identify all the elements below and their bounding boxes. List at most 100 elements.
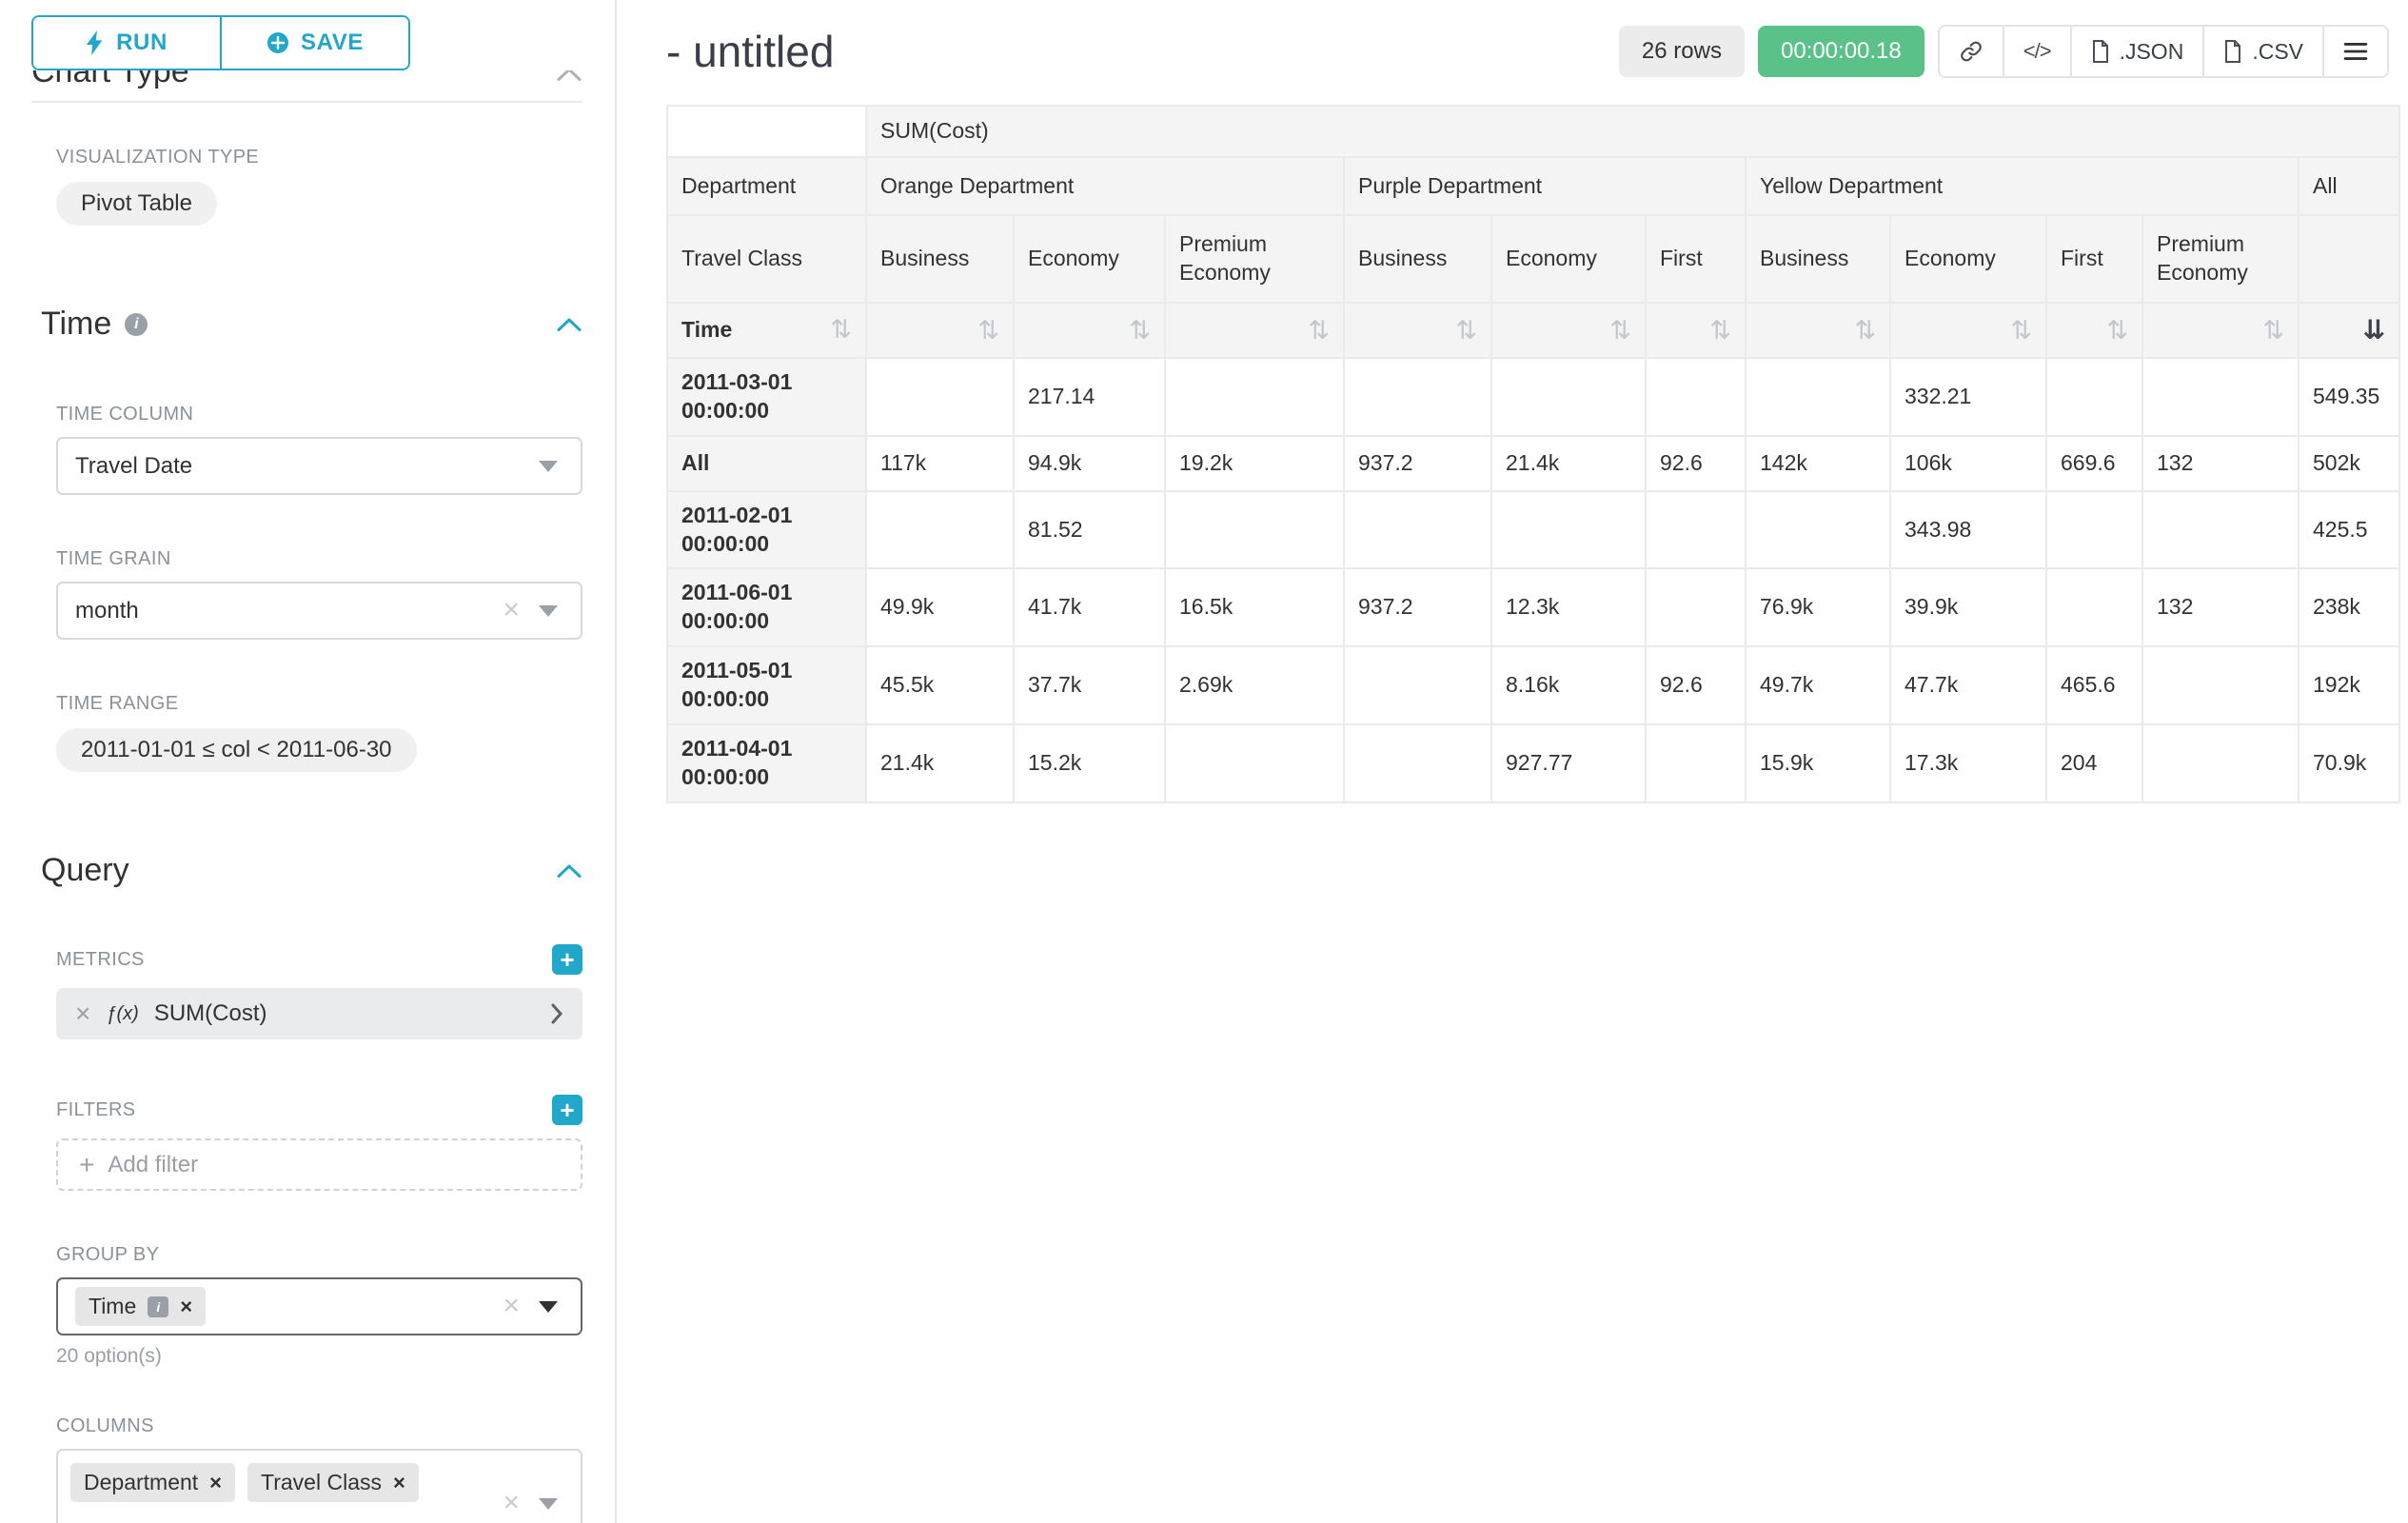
- sort-icon[interactable]: ⇅: [2106, 318, 2128, 344]
- add-filter-button[interactable]: + Add filter: [56, 1138, 582, 1191]
- chart-area: - untitled 26 rows 00:00:00.18 </> .JSON: [617, 0, 2408, 1523]
- pivot-cell: [1491, 491, 1646, 569]
- pivot-cell: [1344, 491, 1491, 569]
- time-column-select[interactable]: Travel Date: [56, 437, 582, 495]
- sort-icon[interactable]: ⇅: [2262, 318, 2284, 344]
- chevron-up-icon[interactable]: [556, 70, 582, 90]
- time-grain-select[interactable]: month ×: [56, 582, 582, 640]
- pivot-row-header: 2011-03-01 00:00:00: [667, 358, 866, 436]
- pivot-cell: [866, 358, 1014, 436]
- sort-icon[interactable]: ⇅: [1455, 318, 1477, 344]
- clear-icon[interactable]: ×: [503, 1489, 520, 1517]
- add-filter-plus-button[interactable]: +: [552, 1095, 582, 1125]
- share-link-button[interactable]: [1940, 27, 2003, 76]
- time-section-title: Time: [41, 306, 111, 343]
- columns-select[interactable]: Department× Travel Class× ×: [56, 1449, 582, 1523]
- pivot-cell: 21.4k: [866, 724, 1014, 802]
- chevron-right-icon[interactable]: [550, 1002, 563, 1025]
- pivot-cell: [1344, 724, 1491, 802]
- pivot-cell: 15.2k: [1014, 724, 1165, 802]
- pivot-travel-class-label: Travel Class: [667, 215, 866, 303]
- query-section-header[interactable]: Query: [41, 852, 582, 889]
- chart-type-heading: Chart Type: [31, 70, 189, 90]
- pivot-cell: 19.2k: [1165, 436, 1344, 491]
- add-metric-button[interactable]: +: [552, 944, 582, 975]
- pivot-cell: 41.7k: [1014, 568, 1165, 646]
- sort-cell: ⇅: [1179, 318, 1330, 344]
- caret-down-icon: [539, 1498, 558, 1510]
- run-button[interactable]: RUN: [33, 17, 222, 69]
- pivot-cell: 937.2: [1344, 436, 1491, 491]
- remove-chip-icon[interactable]: ×: [180, 1295, 192, 1319]
- metric-chip[interactable]: × ƒ(x) SUM(Cost): [56, 988, 582, 1039]
- sort-icon[interactable]: ⇅: [977, 318, 999, 344]
- selected-chip[interactable]: Travel Class×: [247, 1463, 419, 1502]
- pivot-class-header: First: [1646, 215, 1746, 303]
- pivot-department-row: DepartmentOrange DepartmentPurple Depart…: [667, 157, 2399, 215]
- function-icon: ƒ(x): [106, 1003, 138, 1025]
- time-range-value[interactable]: 2011-01-01 ≤ col < 2011-06-30: [56, 728, 417, 772]
- pivot-data-row: 2011-02-01 00:00:0081.52343.98425.5: [667, 491, 2399, 569]
- clear-icon[interactable]: ×: [503, 595, 520, 623]
- chevron-up-icon[interactable]: [556, 863, 582, 879]
- chevron-up-icon[interactable]: [556, 317, 582, 332]
- pivot-sort-header-active: ⇊: [2299, 303, 2399, 358]
- remove-chip-icon[interactable]: ×: [393, 1471, 405, 1495]
- group-by-select[interactable]: Timei × ×: [56, 1277, 582, 1335]
- pivot-sort-header: ⇅: [1890, 303, 2046, 358]
- sort-desc-icon[interactable]: ⇊: [2363, 317, 2385, 344]
- sort-icon[interactable]: ⇅: [1308, 318, 1330, 344]
- sort-icon[interactable]: ⇅: [830, 317, 852, 343]
- pivot-data-row: 2011-06-01 00:00:0049.9k41.7k16.5k937.21…: [667, 568, 2399, 646]
- remove-chip-icon[interactable]: ×: [209, 1471, 222, 1495]
- pivot-cell: 217.14: [1014, 358, 1165, 436]
- file-icon: [2091, 40, 2110, 63]
- sort-icon[interactable]: ⇅: [2010, 318, 2032, 344]
- pivot-data-row: 2011-04-01 00:00:0021.4k15.2k927.7715.9k…: [667, 724, 2399, 802]
- sort-cell: ⇅: [2061, 318, 2128, 344]
- save-button-label: SAVE: [301, 30, 364, 56]
- pivot-sort-header: ⇅: [1746, 303, 1890, 358]
- pivot-cell: 92.6: [1646, 646, 1746, 724]
- sort-icon[interactable]: ⇅: [1709, 318, 1731, 344]
- time-section-header[interactable]: Time i: [41, 306, 582, 343]
- chip-label: Time: [89, 1294, 136, 1319]
- remove-metric-icon[interactable]: ×: [75, 1000, 90, 1027]
- pivot-corner-cell: [667, 106, 866, 157]
- pivot-cell: 425.5: [2299, 491, 2399, 569]
- save-button[interactable]: SAVE: [222, 17, 408, 69]
- menu-button[interactable]: [2322, 27, 2387, 76]
- pivot-cell: 94.9k: [1014, 436, 1165, 491]
- selected-chip[interactable]: Department×: [70, 1463, 235, 1502]
- pivot-cell: 21.4k: [1491, 436, 1646, 491]
- caret-down-icon: [539, 461, 558, 472]
- export-csv-button[interactable]: .CSV: [2202, 27, 2322, 76]
- filters-label: FILTERS: [56, 1099, 136, 1121]
- chart-title[interactable]: - untitled: [666, 26, 834, 77]
- view-query-button[interactable]: </>: [2003, 27, 2070, 76]
- pivot-cell: 49.9k: [866, 568, 1014, 646]
- visualization-type-value[interactable]: Pivot Table: [56, 182, 217, 226]
- pivot-sort-row: Time⇅⇅⇅⇅⇅⇅⇅⇅⇅⇅⇅⇊: [667, 303, 2399, 358]
- sort-cell: ⇅: [1028, 318, 1151, 344]
- pivot-cell: 81.52: [1014, 491, 1165, 569]
- info-icon: i: [148, 1296, 168, 1317]
- pivot-cell: 45.5k: [866, 646, 1014, 724]
- pivot-table: SUM(Cost)DepartmentOrange DepartmentPurp…: [666, 105, 2400, 803]
- pivot-cell: 937.2: [1344, 568, 1491, 646]
- sort-icon[interactable]: ⇅: [1129, 318, 1151, 344]
- clear-icon[interactable]: ×: [503, 1291, 520, 1319]
- pivot-cell: 332.21: [1890, 358, 2046, 436]
- pivot-cell: 502k: [2299, 436, 2399, 491]
- pivot-header: SUM(Cost)DepartmentOrange DepartmentPurp…: [667, 106, 2399, 358]
- pivot-class-header: Economy: [1491, 215, 1646, 303]
- code-icon: </>: [2023, 39, 2051, 64]
- pivot-cell: 17.3k: [1890, 724, 2046, 802]
- pivot-class-header: First: [2046, 215, 2142, 303]
- export-json-button[interactable]: .JSON: [2070, 27, 2203, 76]
- selected-chip[interactable]: Timei ×: [75, 1287, 206, 1326]
- sort-icon[interactable]: ⇅: [1609, 318, 1631, 344]
- pivot-cell: 669.6: [2046, 436, 2142, 491]
- sort-icon[interactable]: ⇅: [1854, 318, 1876, 344]
- pivot-row-header: All: [667, 436, 866, 491]
